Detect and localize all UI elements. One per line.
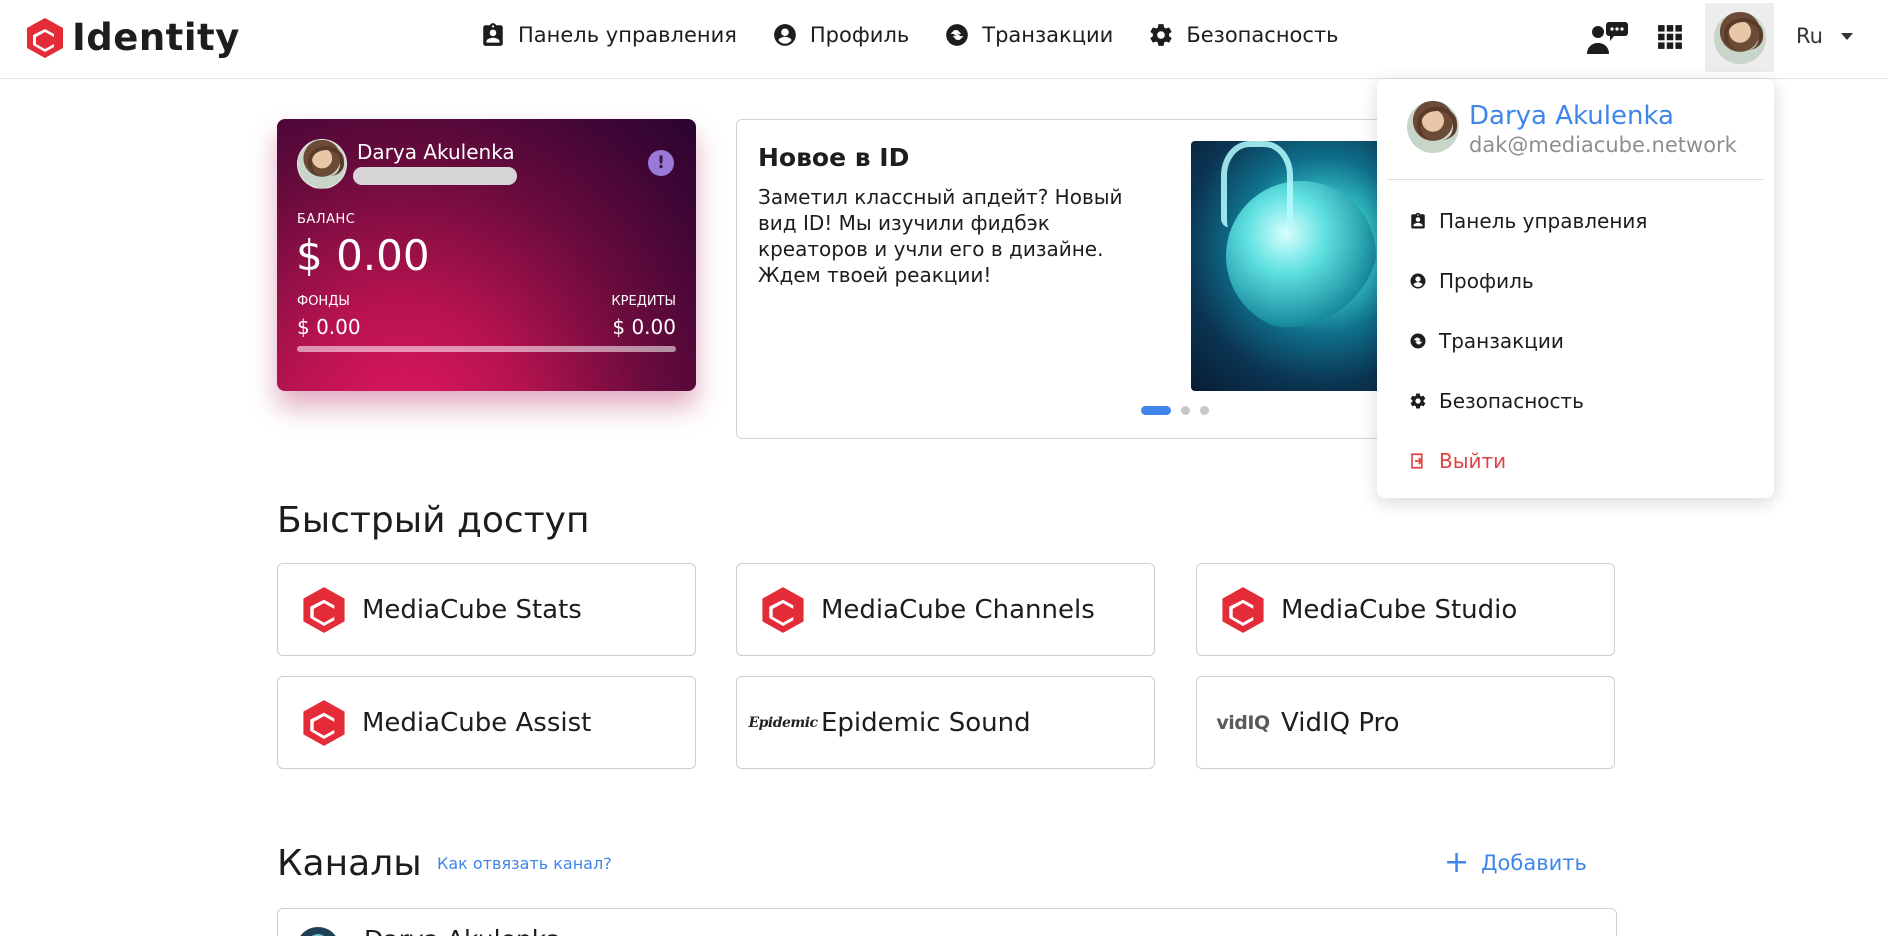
avatar	[1407, 101, 1459, 153]
carousel-dot[interactable]	[1200, 406, 1209, 415]
credits-value: $ 0.00	[612, 315, 676, 339]
unlink-channel-help-link[interactable]: Как отвязать канал?	[437, 854, 612, 873]
language-label: Ru	[1796, 24, 1823, 48]
mediacube-logo-icon	[27, 17, 63, 58]
news-text: Заметил классный апдейт? Новый вид ID! М…	[758, 185, 1123, 287]
tile-label: MediaCube Channels	[821, 594, 1095, 625]
account-id-placeholder	[353, 167, 517, 185]
quick-access-tile-vidiq-pro[interactable]: vidIQ VidIQ Pro	[1196, 676, 1615, 769]
logout-label: Выйти	[1439, 449, 1507, 473]
carousel-dot[interactable]	[1141, 406, 1171, 415]
quick-access-tile-epidemic-sound[interactable]: Epidemic Epidemic Sound	[736, 676, 1155, 769]
dashboard-icon	[483, 23, 503, 46]
language-selector[interactable]: Ru	[1796, 24, 1855, 48]
gear-icon	[1150, 24, 1172, 46]
channels-title: Каналы	[277, 843, 422, 884]
epidemic-icon: Epidemic	[748, 714, 818, 731]
tile-label: MediaCube Assist	[362, 707, 592, 738]
user-dropdown-menu: Darya Akulenka dak@mediacube.network Пан…	[1377, 79, 1774, 498]
nav-label: Транзакции	[982, 23, 1114, 47]
nav-label: Безопасность	[1186, 23, 1339, 47]
dropdown-user-email: dak@mediacube.network	[1469, 133, 1737, 157]
identity-logo[interactable]: Identity	[26, 16, 240, 59]
brand-name: Identity	[72, 16, 240, 59]
channel-name: Darya Akulenka	[364, 925, 561, 936]
balance-card-name: Darya Akulenka	[357, 140, 515, 164]
vidiq-icon: vidIQ	[1216, 711, 1270, 734]
logout-icon	[1411, 453, 1423, 469]
dropdown-item-profile[interactable]: Профиль	[1409, 269, 1534, 293]
channel-row[interactable]: Darya Akulenka	[277, 908, 1617, 936]
nav-item-security[interactable]: Безопасность	[1148, 22, 1339, 48]
credits-label: КРЕДИТЫ	[611, 294, 676, 309]
dropdown-item-label: Панель управления	[1439, 209, 1648, 233]
dropdown-divider	[1387, 179, 1764, 180]
mediacube-icon	[762, 586, 804, 633]
funds-label: ФОНДЫ	[297, 294, 350, 309]
carousel-dot[interactable]	[1181, 406, 1190, 415]
apps-grid-icon[interactable]	[1657, 24, 1683, 50]
mediacube-icon	[303, 699, 345, 746]
funds-value: $ 0.00	[297, 315, 361, 339]
dashboard-icon	[1411, 212, 1425, 229]
dropdown-item-security[interactable]: Безопасность	[1409, 389, 1584, 413]
dropdown-item-label: Безопасность	[1439, 389, 1584, 413]
quick-access-tile-mediacube-assist[interactable]: MediaCube Assist	[277, 676, 696, 769]
dropdown-user	[1407, 101, 1459, 153]
gear-icon	[1410, 393, 1426, 409]
mediacube-icon	[303, 586, 345, 633]
quick-access-tile-mediacube-stats[interactable]: MediaCube Stats	[277, 563, 696, 656]
dropdown-user-name[interactable]: Darya Akulenka	[1469, 101, 1674, 131]
quick-access-tile-mediacube-channels[interactable]: MediaCube Channels	[736, 563, 1155, 656]
main-nav: Панель управления Профиль Транзакции Без…	[480, 22, 1374, 48]
channel-avatar	[296, 927, 340, 936]
nav-item-transactions[interactable]: Транзакции	[944, 22, 1113, 48]
avatar	[297, 139, 347, 189]
nav-item-profile[interactable]: Профиль	[772, 22, 909, 48]
profile-icon	[1410, 273, 1426, 289]
nav-item-dashboard[interactable]: Панель управления	[480, 22, 737, 48]
balance-value: $ 0.00	[296, 231, 430, 280]
tile-label: MediaCube Studio	[1281, 594, 1518, 625]
balance-progress-bar	[297, 346, 676, 352]
quick-access-title: Быстрый доступ	[277, 500, 590, 541]
plus-icon: +	[1444, 845, 1470, 880]
nav-label: Профиль	[809, 23, 910, 47]
support-chat-icon[interactable]	[1586, 20, 1630, 56]
user-menu-button[interactable]	[1705, 3, 1774, 72]
news-carousel[interactable]: Новое в ID Заметил классный апдейт? Новы…	[736, 119, 1426, 439]
nav-label: Панель управления	[518, 23, 737, 47]
warning-icon[interactable]: !	[648, 150, 674, 176]
carousel-dots	[1141, 406, 1209, 415]
tile-label: MediaCube Stats	[362, 594, 582, 625]
dropdown-item-label: Транзакции	[1439, 329, 1564, 353]
transactions-icon	[946, 24, 969, 46]
mediacube-icon	[1222, 586, 1264, 633]
add-channel-button[interactable]: + Добавить	[1444, 848, 1587, 878]
news-title: Новое в ID	[758, 143, 910, 172]
balance-label: БАЛАНС	[297, 212, 356, 227]
caret-down-icon	[1840, 33, 1853, 40]
avatar	[1713, 11, 1766, 64]
dropdown-item-transactions[interactable]: Транзакции	[1409, 329, 1564, 353]
profile-icon	[774, 24, 796, 46]
dropdown-item-label: Профиль	[1439, 269, 1534, 293]
top-header: Identity Панель управления Профиль Транз…	[0, 0, 1888, 79]
transactions-icon	[1410, 333, 1426, 349]
dropdown-item-logout[interactable]: Выйти	[1409, 449, 1506, 473]
quick-access-tile-mediacube-studio[interactable]: MediaCube Studio	[1196, 563, 1615, 656]
balance-card[interactable]: Darya Akulenka ! БАЛАНС $ 0.00 ФОНДЫ КРЕ…	[277, 119, 696, 391]
tile-label: VidIQ Pro	[1281, 707, 1400, 738]
tile-label: Epidemic Sound	[821, 707, 1031, 738]
dropdown-item-dashboard[interactable]: Панель управления	[1409, 209, 1647, 233]
add-channel-label: Добавить	[1481, 851, 1587, 875]
